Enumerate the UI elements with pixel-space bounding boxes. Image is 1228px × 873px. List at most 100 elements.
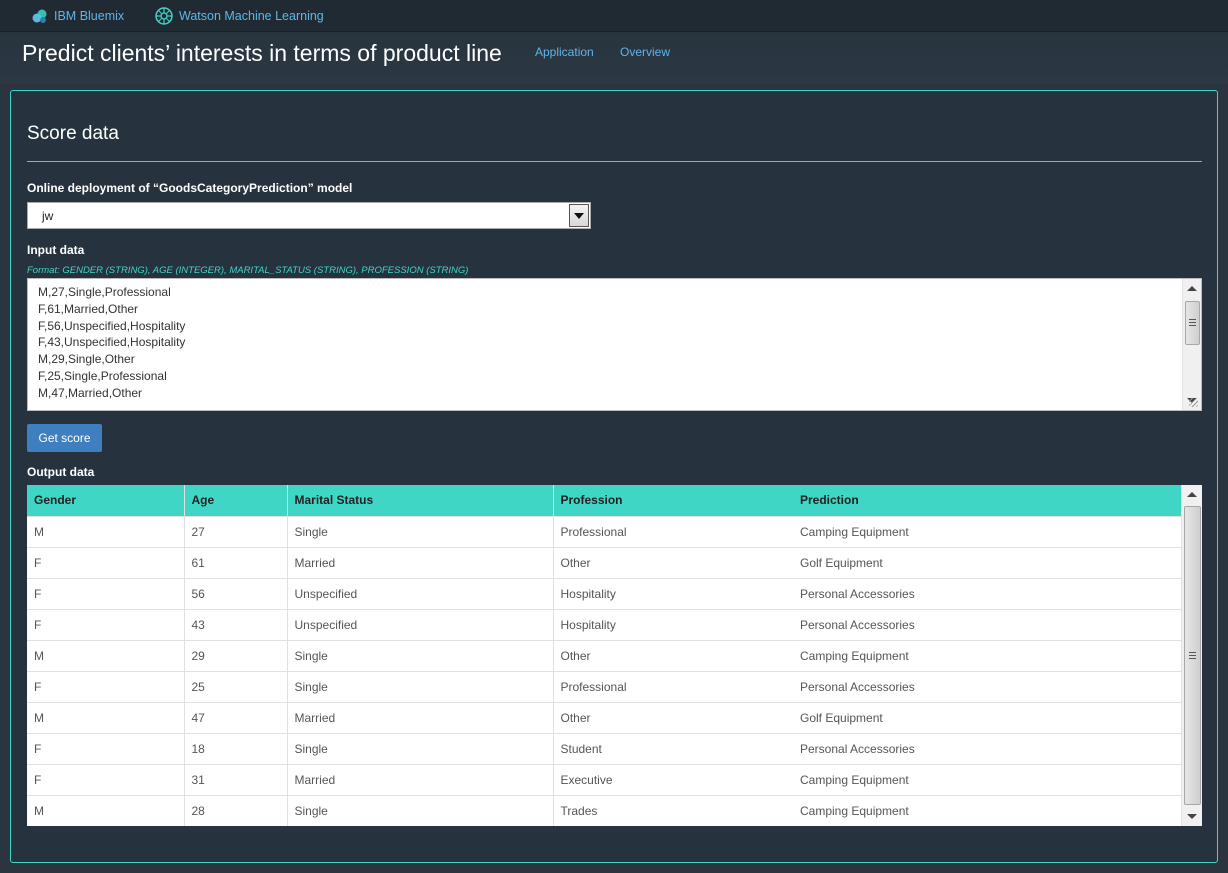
table-row: M 47 Married Other Golf Equipment — [27, 701, 1181, 733]
output-table: Gender Age Marital Status Profession Pre… — [27, 485, 1181, 826]
table-cell: Camping Equipment — [793, 639, 1181, 671]
column-header: Marital Status — [287, 485, 554, 516]
table-cell: Hospitality — [553, 577, 793, 609]
table-cell: Single — [287, 732, 554, 764]
table-cell: Single — [287, 639, 554, 671]
input-line: M,29,Single,Other — [38, 352, 135, 367]
table-scrollbar[interactable] — [1181, 485, 1202, 826]
table-row: F 56 Unspecified Hospitality Personal Access… — [27, 577, 1181, 609]
table-cell: Student — [553, 732, 793, 764]
table-cell: 31 — [184, 763, 288, 795]
score-data-panel: Score data Online deployment of “GoodsCa… — [10, 90, 1218, 863]
resize-handle-icon[interactable] — [1189, 398, 1198, 407]
table-cell: M — [27, 701, 185, 733]
table-row: F 18 Single Student Personal Accessories — [27, 732, 1181, 764]
table-cell: 27 — [184, 515, 288, 547]
table-cell: F — [27, 608, 185, 640]
deployment-label: Online deployment of “GoodsCategoryPredi… — [27, 181, 353, 195]
table-cell: F — [27, 546, 185, 578]
input-line: M,47,Married,Other — [38, 385, 143, 400]
input-line: M,27,Single,Professional — [38, 285, 171, 299]
table-cell: Unspecified — [287, 608, 554, 640]
table-cell: Golf Equipment — [793, 701, 1181, 733]
output-data-label: Output data — [27, 465, 95, 479]
table-cell: Personal Accessories — [793, 608, 1181, 640]
input-lines: M,27,Single,Professional F,61,Married,Ot… — [38, 284, 185, 402]
table-cell: Married — [287, 763, 554, 795]
table-cell: 25 — [184, 670, 288, 702]
watson-logo-icon — [154, 6, 174, 26]
table-cell: Hospitality — [553, 608, 793, 640]
table-cell: M — [27, 794, 185, 826]
table-cell: F — [27, 732, 185, 764]
scroll-thumb[interactable] — [1184, 506, 1201, 805]
bluemix-logo-icon — [31, 7, 49, 25]
scroll-thumb[interactable] — [1185, 301, 1200, 345]
overview-link[interactable]: Overview — [620, 45, 670, 59]
table-row: F 43 Unspecified Hospitality Personal Access… — [27, 608, 1181, 640]
scroll-down-icon[interactable] — [1187, 814, 1197, 819]
chevron-down-icon[interactable] — [569, 204, 589, 227]
table-cell: 29 — [184, 639, 288, 671]
deployment-select[interactable]: jw — [27, 202, 591, 229]
nav-bluemix-label: IBM Bluemix — [54, 9, 125, 23]
table-cell: Executive — [553, 763, 793, 795]
column-header: Profession — [553, 485, 793, 516]
divider — [27, 161, 1202, 162]
page-header: Predict clients’ interests in terms of p… — [0, 32, 1228, 84]
textarea-scrollbar[interactable] — [1182, 279, 1201, 410]
input-data-textarea[interactable]: M,27,Single,Professional F,61,Married,Ot… — [27, 278, 1202, 411]
table-cell: 28 — [184, 794, 288, 826]
get-score-button[interactable]: Get score — [27, 424, 102, 452]
input-line: F,25,Single,Professional — [38, 368, 167, 383]
table-cell: Personal Accessories — [793, 670, 1181, 702]
table-cell: Other — [553, 639, 793, 671]
table-cell: Trades — [553, 794, 793, 826]
table-cell: M — [27, 639, 185, 671]
column-header: Prediction — [793, 485, 1181, 516]
page-title: Predict clients’ interests in terms of p… — [22, 40, 502, 66]
nav-watson-ml[interactable]: Watson Machine Learning — [154, 6, 324, 26]
nav-ibm-bluemix[interactable]: IBM Bluemix — [31, 7, 124, 25]
scroll-up-icon[interactable] — [1187, 286, 1197, 291]
table-cell: Unspecified — [287, 577, 554, 609]
table-cell: Camping Equipment — [793, 515, 1181, 547]
table-cell: 47 — [184, 701, 288, 733]
table-cell: 18 — [184, 732, 288, 764]
table-cell: 43 — [184, 608, 288, 640]
nav-watson-label: Watson Machine Learning — [179, 9, 324, 23]
table-cell: F — [27, 577, 185, 609]
table-cell: 56 — [184, 577, 288, 609]
table-row: M 28 Single Trades Camping Equipment — [27, 794, 1181, 826]
table-cell: Professional — [553, 515, 793, 547]
table-cell: Married — [287, 701, 554, 733]
input-format-hint: Format: GENDER (STRING), AGE (INTEGER), … — [27, 265, 469, 276]
table-cell: Camping Equipment — [793, 763, 1181, 795]
table-cell: Single — [287, 670, 554, 702]
table-row: M 29 Single Other Camping Equipment — [27, 639, 1181, 671]
table-cell: Personal Accessories — [793, 577, 1181, 609]
top-nav: IBM Bluemix Watson Machine Learning — [0, 0, 1228, 32]
table-header-row: Gender Age Marital Status Profession Pre… — [27, 485, 1181, 516]
table-row: F 31 Married Executive Camping Equipment — [27, 763, 1181, 795]
table-cell: Single — [287, 794, 554, 826]
table-row: F 61 Married Other Golf Equipment — [27, 546, 1181, 578]
table-row: M 27 Single Professional Camping Equipment — [27, 515, 1181, 547]
table-cell: Other — [553, 546, 793, 578]
table-cell: Camping Equipment — [793, 794, 1181, 826]
scroll-up-icon[interactable] — [1187, 492, 1197, 497]
table-cell: Golf Equipment — [793, 546, 1181, 578]
deployment-selected-value: jw — [42, 209, 54, 223]
input-line: F,56,Unspecified,Hospitality — [38, 318, 186, 333]
output-table-container: Gender Age Marital Status Profession Pre… — [27, 485, 1202, 826]
table-cell: M — [27, 515, 185, 547]
application-link[interactable]: Application — [535, 45, 594, 59]
panel-title: Score data — [27, 123, 119, 144]
table-cell: Personal Accessories — [793, 732, 1181, 764]
table-row: F 25 Single Professional Personal Accessorie… — [27, 670, 1181, 702]
table-cell: 61 — [184, 546, 288, 578]
input-line: F,61,Married,Other — [38, 301, 139, 316]
column-header: Age — [184, 485, 288, 516]
table-cell: Married — [287, 546, 554, 578]
table-cell: F — [27, 670, 185, 702]
